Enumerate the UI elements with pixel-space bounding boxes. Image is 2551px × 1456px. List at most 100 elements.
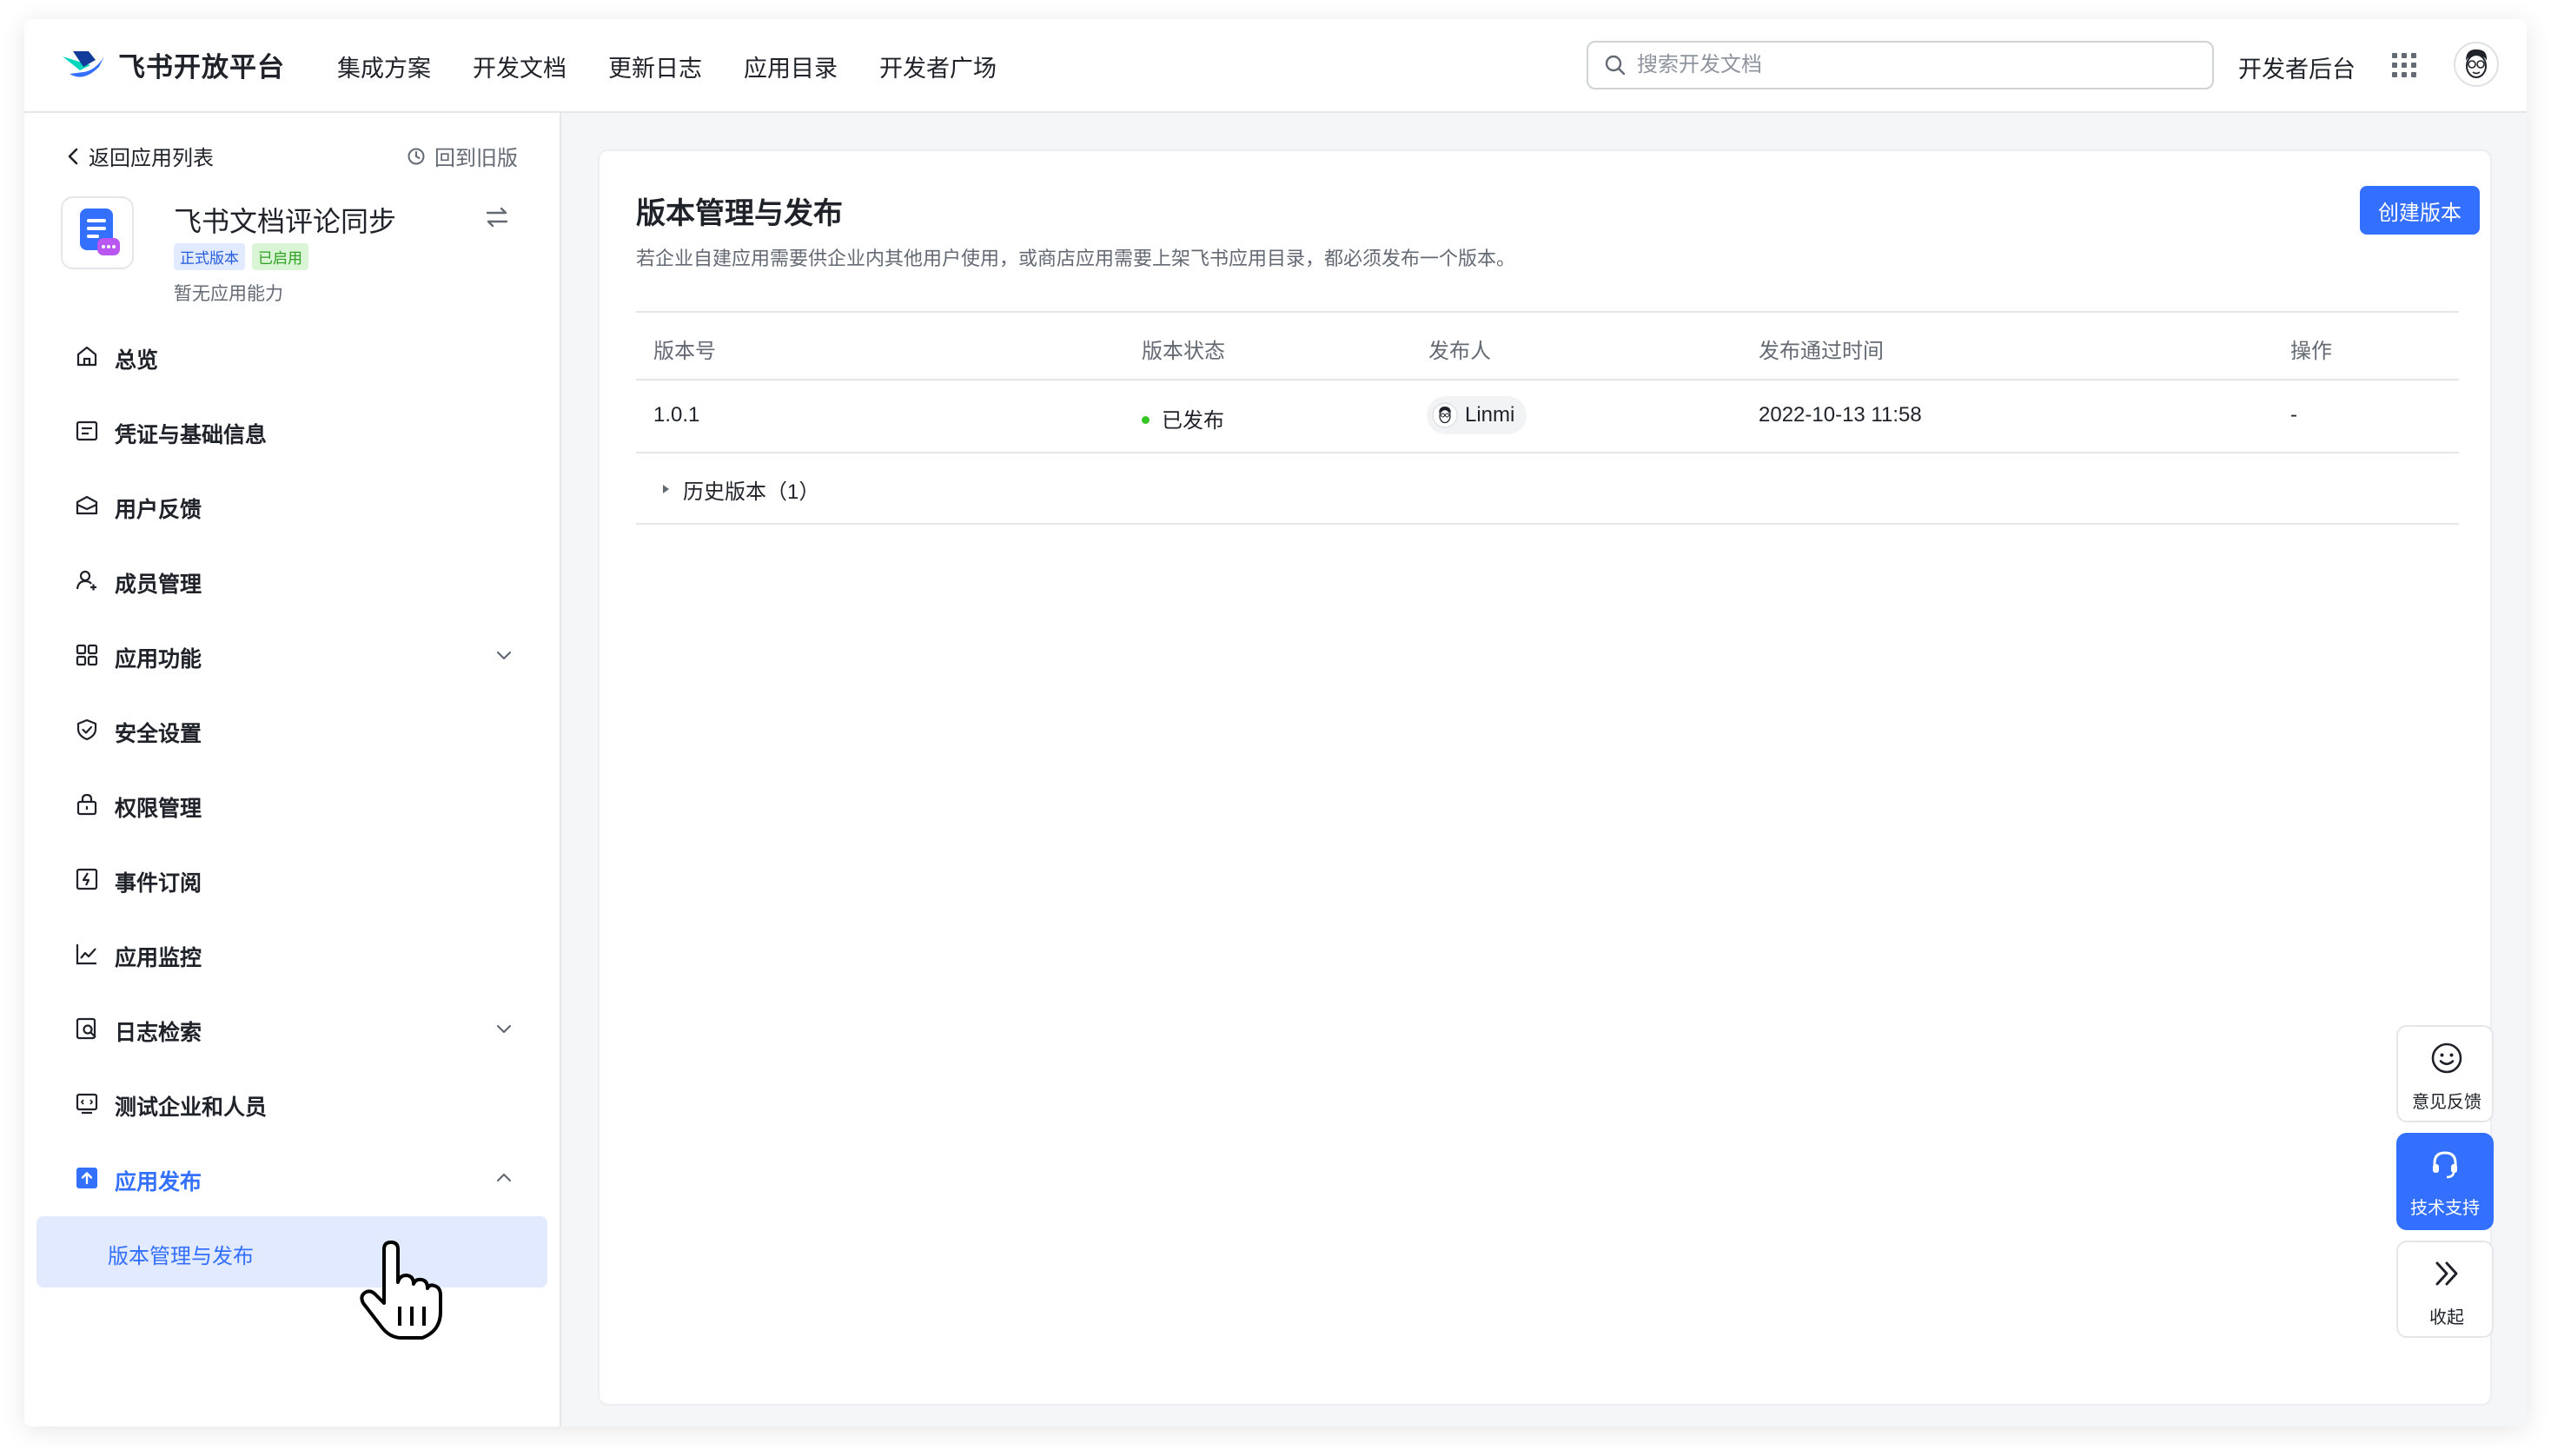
developer-console-link[interactable]: 开发者后台 — [2238, 50, 2356, 84]
sidebar-item-log-search[interactable]: 日志检索 — [24, 1003, 561, 1055]
version-status: 已发布 — [1142, 403, 1224, 433]
shield-icon — [76, 718, 97, 741]
search-input[interactable] — [1637, 53, 2158, 77]
member-icon — [76, 570, 96, 591]
status-dot-icon — [1142, 416, 1150, 425]
app-icon — [61, 196, 134, 269]
sidebar-item-security[interactable]: 安全设置 — [24, 704, 561, 756]
feedback-label: 意见反馈 — [2412, 1093, 2481, 1112]
sidebar-item-label: 凭证与基础信息 — [115, 423, 268, 447]
sidebar-item-label: 总览 — [115, 348, 159, 373]
collapse-label: 收起 — [2429, 1308, 2464, 1327]
sidebar-item-overview[interactable]: 总览 — [24, 330, 561, 382]
tech-support-widget[interactable]: 技术支持 — [2396, 1133, 2494, 1230]
sidebar-item-label: 权限管理 — [115, 797, 202, 821]
page-description: 若企业自建应用需要供企业内其他用户使用，或商店应用需要上架飞书应用目录，都必须发… — [636, 248, 1516, 269]
nav-item-changelog[interactable]: 更新日志 — [608, 50, 702, 83]
back-to-old-version-link[interactable]: 回到旧版 — [407, 141, 518, 171]
sidebar-item-label: 日志检索 — [115, 1021, 202, 1045]
headset-icon — [2433, 1151, 2457, 1179]
release-version-badge: 正式版本 — [174, 243, 245, 270]
nav-item-developer-square[interactable]: 开发者广场 — [879, 50, 997, 83]
column-header-actions: 操作 — [2290, 340, 2332, 363]
sidebar-item-label: 安全设置 — [115, 722, 202, 746]
hand-cursor-icon — [360, 1241, 442, 1340]
sidebar-item-label: 应用功能 — [115, 647, 202, 672]
double-chevron-right-icon — [2435, 1261, 2458, 1286]
doc-comment-app-icon — [80, 208, 120, 255]
enabled-badge: 已启用 — [252, 243, 308, 270]
mail-icon — [76, 495, 98, 515]
feedback-widget[interactable]: 意见反馈 — [2396, 1025, 2494, 1122]
sidebar-item-permissions[interactable]: 权限管理 — [24, 778, 561, 831]
lock-icon — [76, 793, 97, 816]
search-icon — [1605, 55, 1626, 76]
sidebar-subitem-version-management[interactable]: 版本管理与发布 — [36, 1216, 547, 1287]
history-versions-label: 历史版本（1） — [683, 480, 820, 504]
column-header-version: 版本号 — [653, 340, 716, 363]
publisher-name: Linmi — [1465, 403, 1515, 427]
log-search-icon — [76, 1017, 96, 1040]
back-link-label: 返回应用列表 — [89, 147, 214, 170]
sidebar-item-monitoring[interactable]: 应用监控 — [24, 928, 561, 980]
sidebar-item-test-tenants[interactable]: 测试企业和人员 — [24, 1077, 561, 1129]
approved-time: 2022-10-13 11:58 — [1759, 403, 1922, 427]
history-icon — [407, 148, 425, 164]
chevron-up-icon — [496, 1173, 512, 1182]
main-content-card: 版本管理与发布 若企业自建应用需要供企业内其他用户使用，或商店应用需要上架飞书应… — [598, 149, 2492, 1406]
app-window: 飞书开放平台 集成方案 开发文档 更新日志 应用目录 开发者广场 开发者后台 — [24, 19, 2527, 1426]
history-versions-toggle[interactable]: 历史版本（1） — [636, 453, 2459, 525]
sidebar-item-label: 事件订阅 — [115, 871, 202, 896]
credential-icon — [76, 420, 98, 441]
table-row[interactable]: 1.0.1 已发布 Linmi 2022-10-13 11:58 - — [636, 381, 2459, 453]
app-badges: 正式版本 已启用 — [174, 243, 308, 270]
chevron-down-icon — [496, 651, 512, 660]
top-navigation-bar: 飞书开放平台 集成方案 开发文档 更新日志 应用目录 开发者广场 开发者后台 — [24, 19, 2527, 113]
back-to-app-list-link[interactable]: 返回应用列表 — [66, 141, 214, 171]
sidebar-item-label: 成员管理 — [115, 572, 202, 597]
publisher-tag[interactable]: Linmi — [1427, 396, 1527, 434]
tech-support-label: 技术支持 — [2410, 1199, 2480, 1218]
sidebar-item-credentials[interactable]: 凭证与基础信息 — [24, 405, 561, 457]
publish-icon — [76, 1168, 97, 1188]
sidebar-item-members[interactable]: 成员管理 — [24, 554, 561, 606]
switch-app-icon[interactable] — [483, 203, 511, 231]
sidebar-item-event-subscription[interactable]: 事件订阅 — [24, 853, 561, 905]
nav-item-app-directory[interactable]: 应用目录 — [744, 50, 838, 83]
logo[interactable]: 飞书开放平台 — [61, 45, 285, 84]
top-nav: 集成方案 开发文档 更新日志 应用目录 开发者广场 — [337, 19, 997, 113]
sidebar-item-label: 用户反馈 — [115, 498, 202, 522]
home-icon — [76, 346, 97, 367]
column-header-approved-time: 发布通过时间 — [1759, 340, 1884, 363]
chart-icon — [76, 944, 96, 965]
logo-text: 飞书开放平台 — [118, 52, 285, 83]
app-capability-text: 暂无应用能力 — [174, 284, 283, 304]
sidebar-item-label: 测试企业和人员 — [115, 1095, 268, 1120]
app-name: 飞书文档评论同步 — [174, 206, 397, 237]
sidebar-item-app-features[interactable]: 应用功能 — [24, 629, 561, 681]
version-number: 1.0.1 — [653, 403, 700, 427]
sidebar: 返回应用列表 回到旧版 飞书文档评论同步 正式版本 已启用 暂无应用能力 总览 … — [24, 113, 561, 1426]
column-header-publisher: 发布人 — [1428, 340, 1491, 363]
sidebar-subitem-label: 版本管理与发布 — [108, 1245, 254, 1268]
chevron-left-icon — [68, 148, 78, 164]
nav-item-integration[interactable]: 集成方案 — [337, 50, 431, 83]
sidebar-item-app-release[interactable]: 应用发布 — [24, 1152, 561, 1204]
create-version-button[interactable]: 创建版本 — [2360, 186, 2480, 235]
app-grid-icon[interactable] — [2389, 50, 2419, 80]
sidebar-item-user-feedback[interactable]: 用户反馈 — [24, 480, 561, 532]
search-box[interactable] — [1587, 41, 2214, 89]
user-avatar[interactable] — [2454, 42, 2499, 87]
chevron-down-icon — [496, 1024, 512, 1034]
collapse-widget[interactable]: 收起 — [2396, 1241, 2494, 1338]
event-icon — [76, 868, 98, 890]
old-version-label: 回到旧版 — [434, 147, 518, 170]
status-text: 已发布 — [1162, 409, 1224, 433]
nav-item-docs[interactable]: 开发文档 — [473, 50, 567, 83]
sidebar-item-label: 应用监控 — [115, 946, 202, 970]
column-header-status: 版本状态 — [1142, 340, 1225, 363]
grid-icon — [76, 644, 98, 666]
feishu-logo-icon — [63, 50, 104, 77]
row-action: - — [2290, 403, 2297, 427]
sidebar-item-label: 应用发布 — [115, 1170, 202, 1195]
